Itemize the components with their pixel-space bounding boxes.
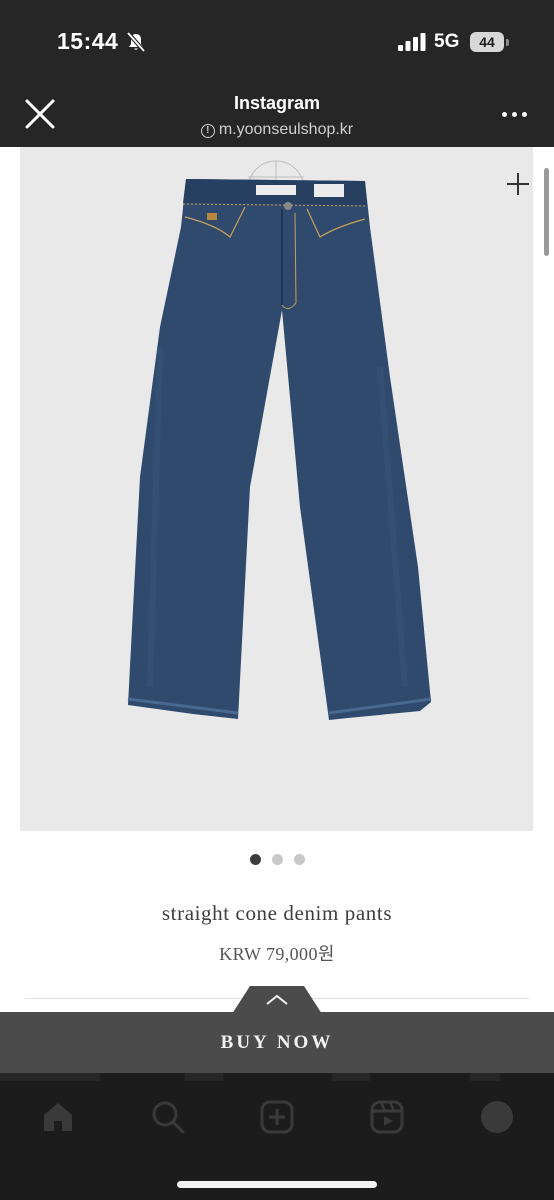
- page-peek: [470, 1073, 500, 1081]
- profile-avatar[interactable]: [479, 1099, 515, 1135]
- bell-slash-icon: [126, 31, 146, 53]
- search-icon[interactable]: [150, 1099, 186, 1135]
- battery-icon: 44: [470, 32, 510, 52]
- cellular-signal-icon: [398, 33, 426, 51]
- home-indicator[interactable]: [177, 1181, 377, 1188]
- page-peek: [185, 1073, 223, 1081]
- reels-icon[interactable]: [369, 1099, 405, 1135]
- status-time: 15:44: [57, 28, 119, 54]
- scrollbar[interactable]: [544, 168, 549, 256]
- info-circle-icon: !: [200, 124, 215, 138]
- product-image[interactable]: [20, 147, 533, 831]
- in-app-browser-header: Instagram ! m.yoonseulshop.kr: [0, 84, 554, 147]
- home-icon[interactable]: [40, 1099, 76, 1135]
- carousel-dots: [0, 854, 554, 865]
- product-price: KRW 79,000원: [219, 944, 335, 964]
- carousel-dot-1[interactable]: [249, 854, 261, 865]
- carousel-dot-3[interactable]: [293, 854, 305, 865]
- carousel-dot-2[interactable]: [271, 854, 283, 865]
- product-name: straight cone denim pants: [161, 901, 393, 925]
- buy-now-label: BUY NOW: [220, 1032, 334, 1053]
- page-peek: [0, 1073, 100, 1081]
- chevron-up-icon[interactable]: [232, 986, 322, 1014]
- more-options-button[interactable]: [500, 102, 530, 126]
- browser-url[interactable]: ! m.yoonseulshop.kr: [0, 121, 554, 139]
- browser-url-text: m.yoonseulshop.kr: [218, 121, 354, 138]
- page-peek: [332, 1073, 370, 1081]
- battery-level: 44: [479, 34, 495, 50]
- browser-app-title: Instagram: [233, 93, 321, 113]
- network-type: 5G: [434, 31, 460, 52]
- plus-icon[interactable]: [503, 169, 533, 199]
- web-page: straight cone denim pants KRW 79,000원: [0, 147, 554, 1073]
- buy-now-button[interactable]: BUY NOW: [0, 1012, 554, 1073]
- create-post-icon[interactable]: [259, 1099, 295, 1135]
- status-bar: 15:44 5G 44: [0, 0, 554, 84]
- instagram-tab-bar: [0, 1073, 554, 1200]
- denim-pants-image: [127, 160, 432, 720]
